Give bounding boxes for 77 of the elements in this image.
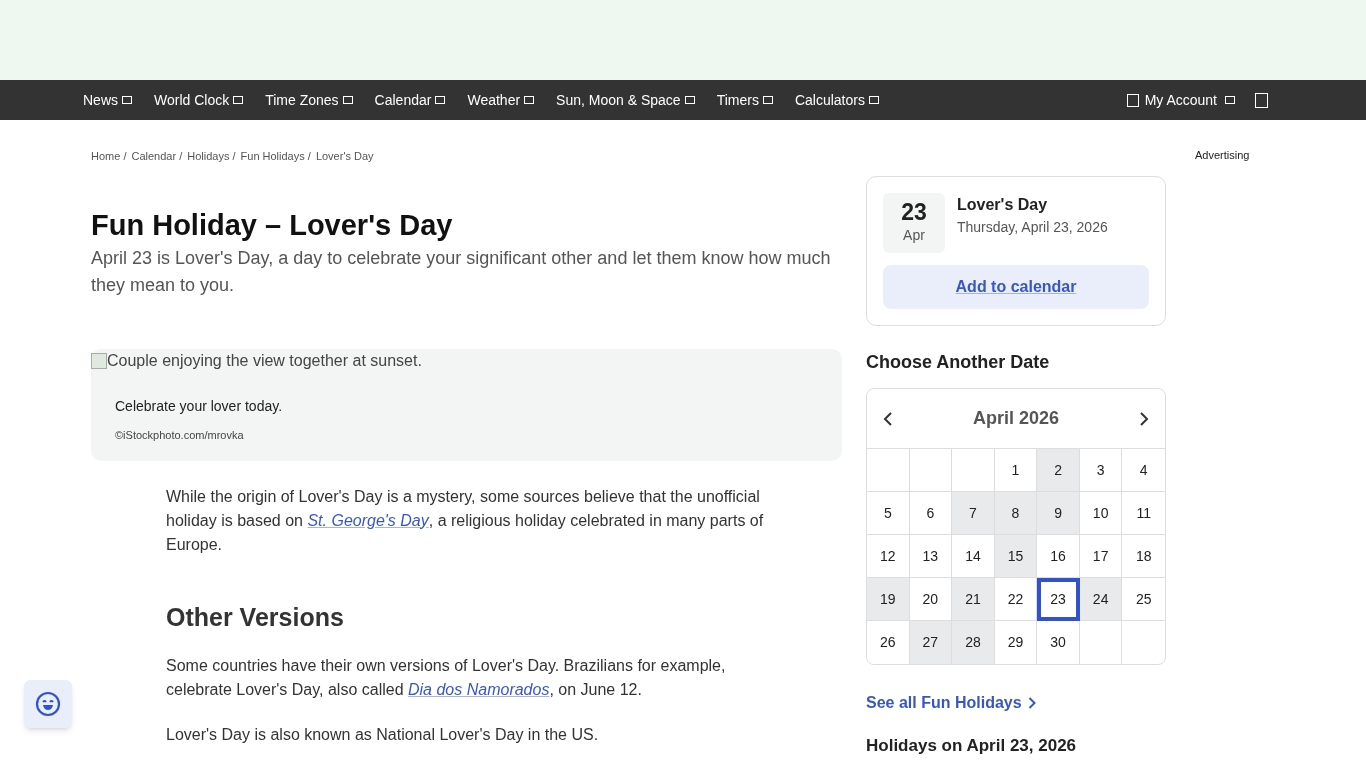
breadcrumb-link[interactable]: Home /: [91, 148, 127, 165]
calendar-day[interactable]: 2: [1037, 449, 1080, 492]
box-icon: [435, 96, 446, 104]
page-title: Fun Holiday – Lover's Day: [91, 207, 454, 243]
chevron-right-icon: [1027, 697, 1036, 709]
image-alt-text: Couple enjoying the view together at sunset.: [107, 350, 422, 371]
date-month: Apr: [903, 226, 925, 245]
holidays-heading: Holidays on April 23, 2026: [866, 735, 1078, 757]
emoji-button[interactable]: [24, 680, 72, 728]
box-icon: [122, 96, 132, 104]
nav-link[interactable]: Calendar: [374, 89, 446, 111]
calendar-day[interactable]: 12: [867, 535, 910, 578]
add-to-calendar-button[interactable]: Add to calendar: [883, 265, 1149, 309]
calendar-day[interactable]: 23: [1037, 578, 1080, 621]
previous-month-button[interactable]: [883, 411, 893, 426]
nav-link[interactable]: Time Zones: [265, 89, 353, 111]
image-caption: Celebrate your lover today.: [115, 396, 284, 416]
body-paragraph: While the origin of Lover's Day is a mystery, some sources believe that the unofficial holiday is based on St. George's Day, a religious holiday celebrated in many parts of Europe.: [166, 486, 765, 555]
calendar-day[interactable]: 10: [1079, 492, 1123, 535]
calendar-day[interactable]: 14: [952, 535, 995, 578]
nav-link[interactable]: News: [83, 89, 132, 111]
box-icon: [524, 96, 535, 104]
box-icon: [762, 96, 773, 104]
nav-link[interactable]: Weather: [467, 89, 535, 111]
event-date: Thursday, April 23, 2026: [957, 218, 1108, 237]
calendar-month: April 2026: [972, 407, 1059, 430]
see-all-link[interactable]: See all Fun Holidays: [866, 691, 1166, 715]
calendar-heading: Choose Another Date: [866, 351, 1051, 374]
calendar-day[interactable]: 28: [952, 621, 995, 664]
account-link[interactable]: My Account: [1126, 89, 1235, 111]
calendar-day[interactable]: 5: [867, 492, 910, 535]
calendar-day[interactable]: 22: [994, 578, 1038, 621]
next-month-button[interactable]: [1139, 411, 1149, 426]
smiley-icon: [35, 691, 61, 717]
breadcrumb-link[interactable]: Holidays /: [187, 148, 236, 165]
breadcrumb-link[interactable]: Calendar /: [131, 148, 183, 165]
calendar-day[interactable]: 24: [1079, 578, 1123, 621]
text-link[interactable]: St. George's Day: [307, 511, 429, 529]
broken-image-icon: [91, 352, 107, 369]
chevron-right-icon: [1139, 411, 1149, 426]
calendar-day[interactable]: 21: [952, 578, 995, 621]
section-heading: Other Versions: [166, 601, 345, 633]
calendar-day[interactable]: 7: [952, 492, 995, 535]
date-day: 23: [901, 199, 927, 225]
calendar-day[interactable]: 15: [994, 535, 1038, 578]
nav-link[interactable]: Sun, Moon & Space: [556, 89, 695, 111]
box-icon: [233, 96, 244, 104]
menu-button[interactable]: [1255, 92, 1268, 108]
box-icon: [1225, 96, 1235, 104]
calendar-day[interactable]: 3: [1079, 449, 1123, 492]
body-paragraph: Lover's Day is also known as National Lover's Day in the US.: [166, 725, 600, 745]
calendar-day[interactable]: 19: [867, 578, 910, 621]
image-credit: ©iStockphoto.com/mrovka: [115, 427, 245, 443]
calendar-day[interactable]: 13: [909, 535, 953, 578]
breadcrumb-link[interactable]: Lover's Day: [315, 148, 374, 165]
calendar-day[interactable]: 27: [909, 621, 953, 664]
calendar-day[interactable]: 1: [994, 449, 1038, 492]
calendar-day[interactable]: 20: [909, 578, 953, 621]
calendar-day[interactable]: 17: [1079, 535, 1123, 578]
calendar-day[interactable]: 16: [1037, 535, 1080, 578]
text-link[interactable]: Dia dos Namorados: [408, 681, 550, 698]
calendar-day[interactable]: 8: [994, 492, 1038, 535]
nav-link[interactable]: Calculators: [794, 89, 879, 111]
box-icon: [868, 96, 879, 104]
nav-link[interactable]: World Clock: [154, 89, 244, 111]
event-name: Lover's Day: [957, 195, 1049, 215]
box-icon: [684, 96, 695, 104]
body-paragraph: Some countries have their own versions of Lover's Day. Brazilians for example, celebrate Lover's Day, also called Dia dos Namorados, on June 12.: [166, 656, 727, 700]
chevron-left-icon: [883, 411, 893, 426]
calendar-day[interactable]: 9: [1037, 492, 1080, 535]
nav-link[interactable]: Timers: [716, 89, 773, 111]
calendar-day[interactable]: 6: [909, 492, 953, 535]
advertising-label: Advertising: [1195, 149, 1250, 161]
breadcrumb-link[interactable]: Fun Holidays /: [240, 148, 311, 165]
box-icon: [342, 96, 353, 104]
calendar-day[interactable]: 26: [867, 621, 910, 664]
intro-text: April 23 is Lover's Day, a day to celebrate your significant other and let them know how much they mean to you.: [91, 246, 832, 297]
